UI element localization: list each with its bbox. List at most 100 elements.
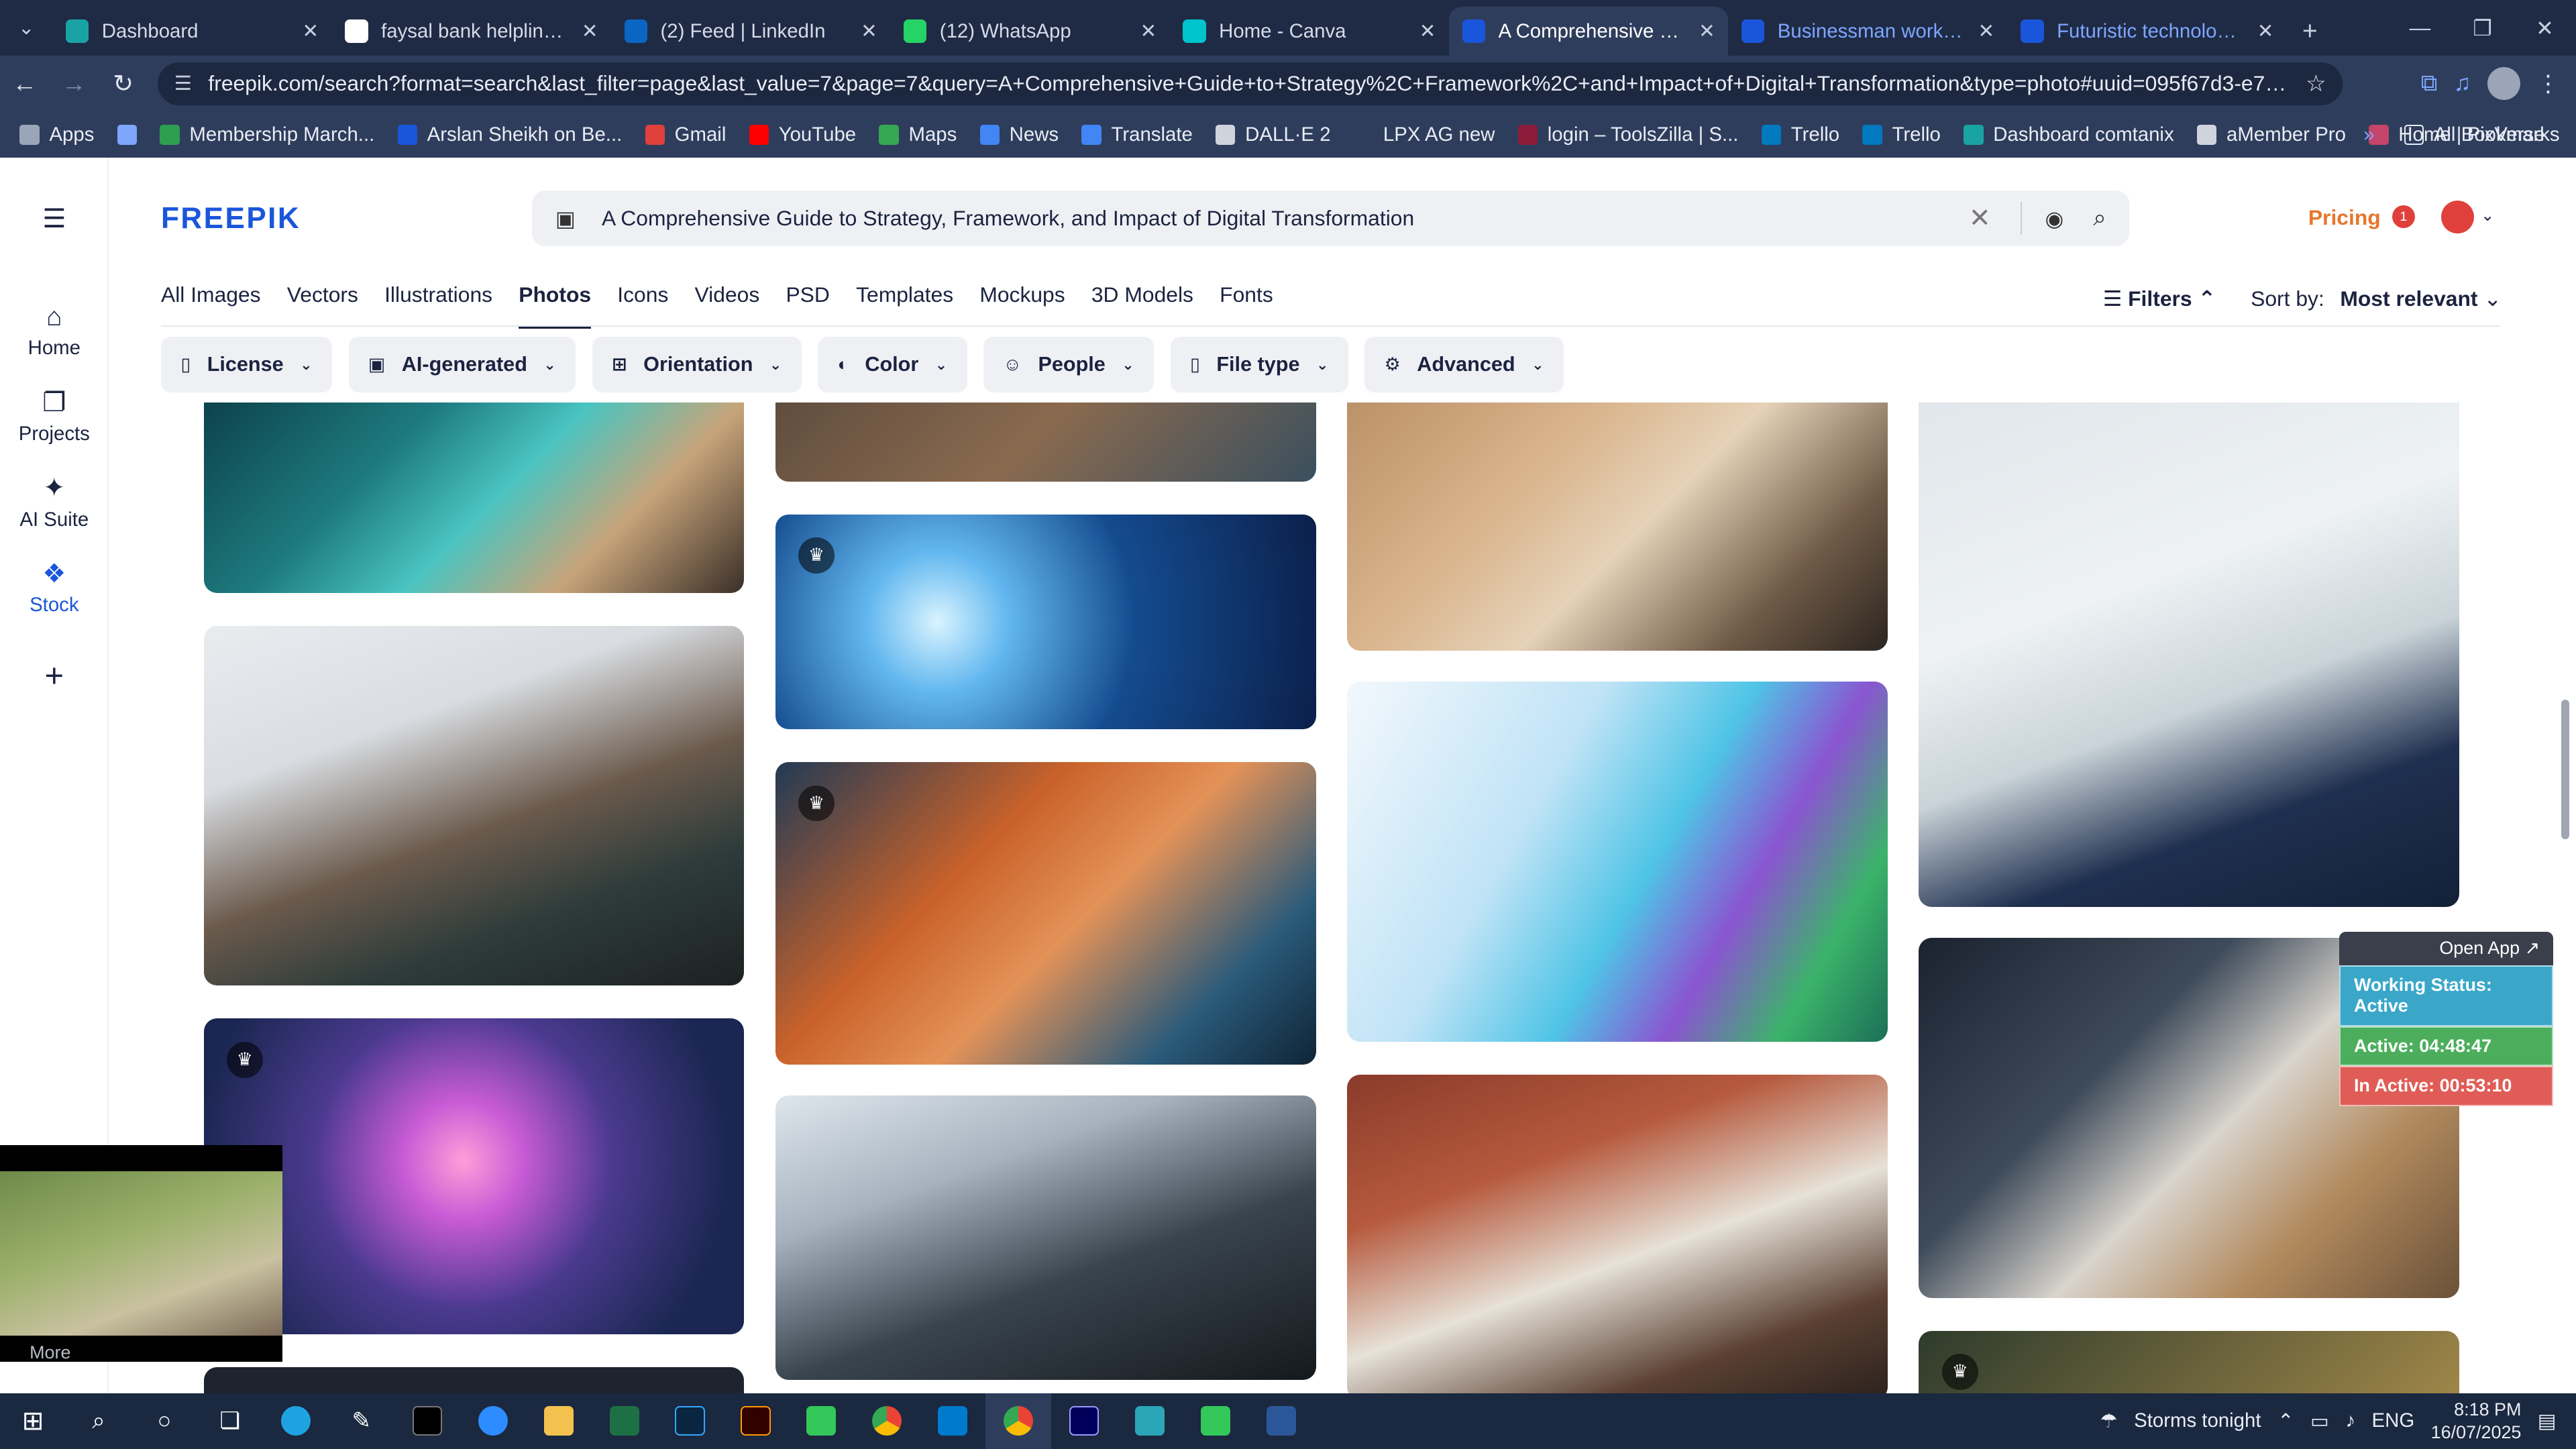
- pen-icon[interactable]: ✎: [329, 1393, 394, 1449]
- result-photo[interactable]: ♛: [203, 1018, 745, 1334]
- close-tab-icon[interactable]: ✕: [582, 19, 598, 43]
- bookmark-item[interactable]: Maps: [879, 123, 957, 146]
- result-photo[interactable]: ♛: [775, 514, 1316, 730]
- result-photo[interactable]: [775, 1095, 1316, 1381]
- notification-badge[interactable]: 1: [2392, 205, 2416, 229]
- url-bar[interactable]: ☰ freepik.com/search?format=search&last_…: [158, 62, 2343, 105]
- filter-advanced[interactable]: ⚙ Advanced ⌄: [1364, 337, 1564, 393]
- close-tab-icon[interactable]: ✕: [1978, 19, 1994, 43]
- browser-tab[interactable]: Home - Canva ✕: [1170, 7, 1449, 56]
- hamburger-menu-icon[interactable]: ☰: [0, 204, 109, 239]
- browser-menu-icon[interactable]: ⋮: [2536, 70, 2559, 97]
- tab-fonts[interactable]: Fonts: [1220, 282, 1273, 329]
- bookmark-item[interactable]: Trello: [1862, 123, 1941, 146]
- bookmark-item[interactable]: LPX AG new: [1353, 123, 1495, 146]
- bookmark-item[interactable]: Gmail: [645, 123, 726, 146]
- tab-videos[interactable]: Videos: [695, 282, 760, 329]
- close-tab-icon[interactable]: ✕: [1419, 19, 1436, 43]
- bookmark-item[interactable]: login – ToolsZilla | S...: [1517, 123, 1738, 146]
- result-photo[interactable]: ♛: [1919, 1330, 2460, 1393]
- chrome-icon[interactable]: [854, 1393, 920, 1449]
- reload-icon[interactable]: ↻: [99, 69, 148, 98]
- result-photo[interactable]: [1919, 402, 2460, 907]
- media-icon[interactable]: ♫: [2454, 70, 2471, 97]
- minimize-icon[interactable]: —: [2389, 0, 2451, 56]
- search-icon[interactable]: ⌕: [66, 1393, 131, 1449]
- tab-vectors[interactable]: Vectors: [287, 282, 358, 329]
- camera-icon[interactable]: ◉: [2045, 206, 2064, 231]
- result-photo[interactable]: ♛: [775, 762, 1316, 1065]
- rail-stock[interactable]: ❖ Stock: [0, 559, 109, 616]
- premiere-icon[interactable]: [1051, 1393, 1117, 1449]
- forward-icon[interactable]: →: [49, 70, 98, 98]
- tab-illustrations[interactable]: Illustrations: [384, 282, 492, 329]
- tab-templates[interactable]: Templates: [856, 282, 953, 329]
- freepik-logo[interactable]: FREEPIK: [161, 202, 301, 235]
- rail-add[interactable]: +: [0, 657, 109, 700]
- notifications-icon[interactable]: ▤: [2538, 1409, 2557, 1433]
- word-icon[interactable]: [1248, 1393, 1314, 1449]
- browser-tab[interactable]: (2) Feed | LinkedIn ✕: [611, 7, 890, 56]
- browser-tab[interactable]: (12) WhatsApp ✕: [890, 7, 1169, 56]
- bookmark-item[interactable]: DALL·E 2: [1216, 123, 1331, 146]
- bookmark-item[interactable]: Translate: [1081, 123, 1193, 146]
- photoshop-icon[interactable]: [657, 1393, 723, 1449]
- open-app-button[interactable]: Open App ↗: [2339, 931, 2553, 966]
- search-input[interactable]: A Comprehensive Guide to Strategy, Frame…: [602, 206, 1969, 231]
- search-bar[interactable]: ▣ A Comprehensive Guide to Strategy, Fra…: [532, 191, 2129, 247]
- result-photo[interactable]: [775, 402, 1316, 482]
- tab-psd[interactable]: PSD: [786, 282, 829, 329]
- bookmark-item[interactable]: Arslan Sheikh on Be...: [397, 123, 622, 146]
- tab-photos[interactable]: Photos: [519, 282, 592, 329]
- language-indicator[interactable]: ENG: [2372, 1409, 2415, 1432]
- weather-text[interactable]: Storms tonight: [2134, 1409, 2261, 1432]
- close-tab-icon[interactable]: ✕: [1140, 19, 1157, 43]
- sort-by-select[interactable]: Sort by: Most relevant ⌄: [2251, 286, 2502, 311]
- volume-icon[interactable]: ♪: [2345, 1409, 2355, 1432]
- close-tab-icon[interactable]: ✕: [1699, 19, 1715, 43]
- clock[interactable]: 8:18 PM 16/07/2025: [2431, 1398, 2522, 1444]
- tab-mockups[interactable]: Mockups: [979, 282, 1065, 329]
- tab-search-chevron-icon[interactable]: ⌄: [0, 0, 52, 56]
- rail-home[interactable]: ⌂ Home: [0, 303, 109, 360]
- close-tab-icon[interactable]: ✕: [861, 19, 877, 43]
- close-window-icon[interactable]: ✕: [2514, 0, 2576, 56]
- result-photo[interactable]: [203, 1366, 745, 1393]
- bookmark-item[interactable]: News: [979, 123, 1059, 146]
- browser-tab[interactable]: Futuristic technology hol ✕: [2008, 7, 2287, 56]
- bookmark-item[interactable]: Dashboard comtanix: [1964, 123, 2174, 146]
- filters-toggle[interactable]: ☰ Filters ⌃: [2103, 286, 2216, 311]
- file-explorer-icon[interactable]: [526, 1393, 592, 1449]
- chrome-active-icon[interactable]: [985, 1393, 1052, 1449]
- clear-search-icon[interactable]: ✕: [1969, 203, 1991, 233]
- terminal-icon[interactable]: [394, 1393, 460, 1449]
- bookmark-item[interactable]: Apps: [19, 123, 94, 146]
- browser-tab[interactable]: Businessman working in a ✕: [1728, 7, 2007, 56]
- browser-tab[interactable]: A Comprehensive Guide t ✕: [1449, 6, 1729, 56]
- illustrator-icon[interactable]: [722, 1393, 788, 1449]
- more-bookmarks-icon[interactable]: »: [2363, 123, 2374, 146]
- extensions-icon[interactable]: ⧉: [2421, 70, 2437, 97]
- tab-all-images[interactable]: All Images: [161, 282, 261, 329]
- image-search-icon[interactable]: ▣: [555, 206, 576, 231]
- weather-icon[interactable]: ☂: [2100, 1409, 2117, 1433]
- user-avatar[interactable]: [2441, 200, 2475, 233]
- filter-people[interactable]: ☺ People ⌄: [983, 337, 1155, 393]
- windows-start-icon[interactable]: ⊞: [0, 1393, 66, 1449]
- restore-icon[interactable]: ❐: [2451, 0, 2514, 56]
- edge-icon[interactable]: [263, 1393, 329, 1449]
- bookmark-star-icon[interactable]: ☆: [2306, 70, 2326, 97]
- profile-avatar[interactable]: [2487, 67, 2520, 101]
- tab-3d-models[interactable]: 3D Models: [1091, 282, 1193, 329]
- filter-ai-generated[interactable]: ▣ AI-generated ⌄: [348, 337, 576, 393]
- all-bookmarks-button[interactable]: All Bookmarks: [2404, 123, 2560, 146]
- pricing-link[interactable]: Pricing: [2308, 205, 2381, 230]
- chevron-down-icon[interactable]: ⌄: [2481, 205, 2495, 225]
- new-tab-button[interactable]: +: [2287, 7, 2333, 56]
- search-icon[interactable]: ⌕: [2093, 205, 2106, 231]
- result-photo[interactable]: [1347, 1074, 1888, 1393]
- app-green2-icon[interactable]: [1183, 1393, 1248, 1449]
- rail-projects[interactable]: ❐ Projects: [0, 388, 109, 445]
- zoom-icon[interactable]: [460, 1393, 526, 1449]
- vscode-icon[interactable]: [920, 1393, 985, 1449]
